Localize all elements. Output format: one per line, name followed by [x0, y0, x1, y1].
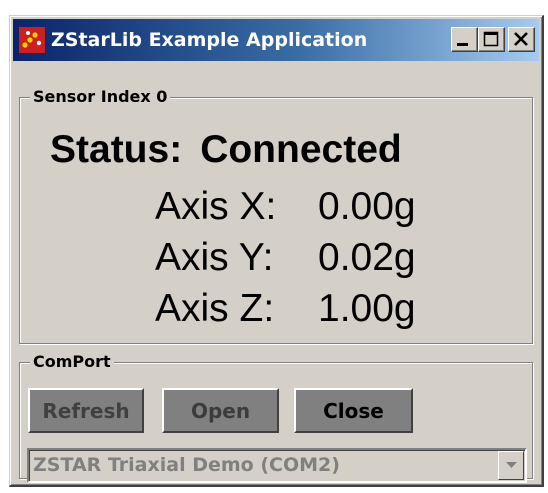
axis-z-label: Axis Z:	[155, 287, 275, 330]
sensor-group-label: Sensor Index 0	[30, 87, 171, 107]
title-bar[interactable]: ZStarLib Example Application	[13, 19, 539, 61]
status-label: Status:	[50, 128, 183, 171]
axis-y-value: 0.02g	[318, 236, 416, 279]
axis-x-value: 0.00g	[318, 185, 416, 228]
sensor-group: Sensor Index 0 Status: Connected Axis X: 0…	[19, 87, 533, 344]
port-select[interactable]: ZSTAR Triaxial Demo (COM2)	[27, 448, 527, 483]
axis-z-row: Axis Z: 1.00g	[155, 287, 416, 331]
refresh-button[interactable]: Refresh	[28, 388, 144, 433]
chevron-down-icon	[506, 462, 517, 468]
minimize-button[interactable]	[451, 27, 478, 52]
close-port-button[interactable]: Close	[294, 388, 413, 433]
window-title: ZStarLib Example Application	[51, 29, 368, 51]
maximize-button[interactable]	[478, 27, 505, 52]
close-button[interactable]	[508, 27, 535, 52]
comport-group: ComPort Refresh Open Close ZSTAR Triaxia…	[19, 352, 533, 483]
open-button[interactable]: Open	[162, 388, 279, 433]
status-line: Status: Connected	[50, 128, 402, 172]
minimize-icon	[457, 43, 468, 46]
port-select-dropdown[interactable]	[498, 451, 524, 480]
axis-z-value: 1.00g	[318, 287, 416, 330]
zstar-app-icon	[19, 27, 45, 53]
port-select-value: ZSTAR Triaxial Demo (COM2)	[33, 454, 340, 476]
comport-group-label: ComPort	[30, 352, 114, 372]
axis-y-row: Axis Y: 0.02g	[155, 236, 416, 280]
axis-x-row: Axis X: 0.00g	[155, 185, 416, 229]
app-window: ZStarLib Example Application Sensor Inde…	[9, 15, 544, 487]
title-buttons	[451, 27, 535, 52]
maximize-icon	[483, 31, 499, 47]
status-value: Connected	[200, 128, 402, 171]
axis-y-label: Axis Y:	[155, 236, 274, 279]
axis-x-label: Axis X:	[155, 185, 277, 228]
close-icon	[514, 32, 528, 46]
